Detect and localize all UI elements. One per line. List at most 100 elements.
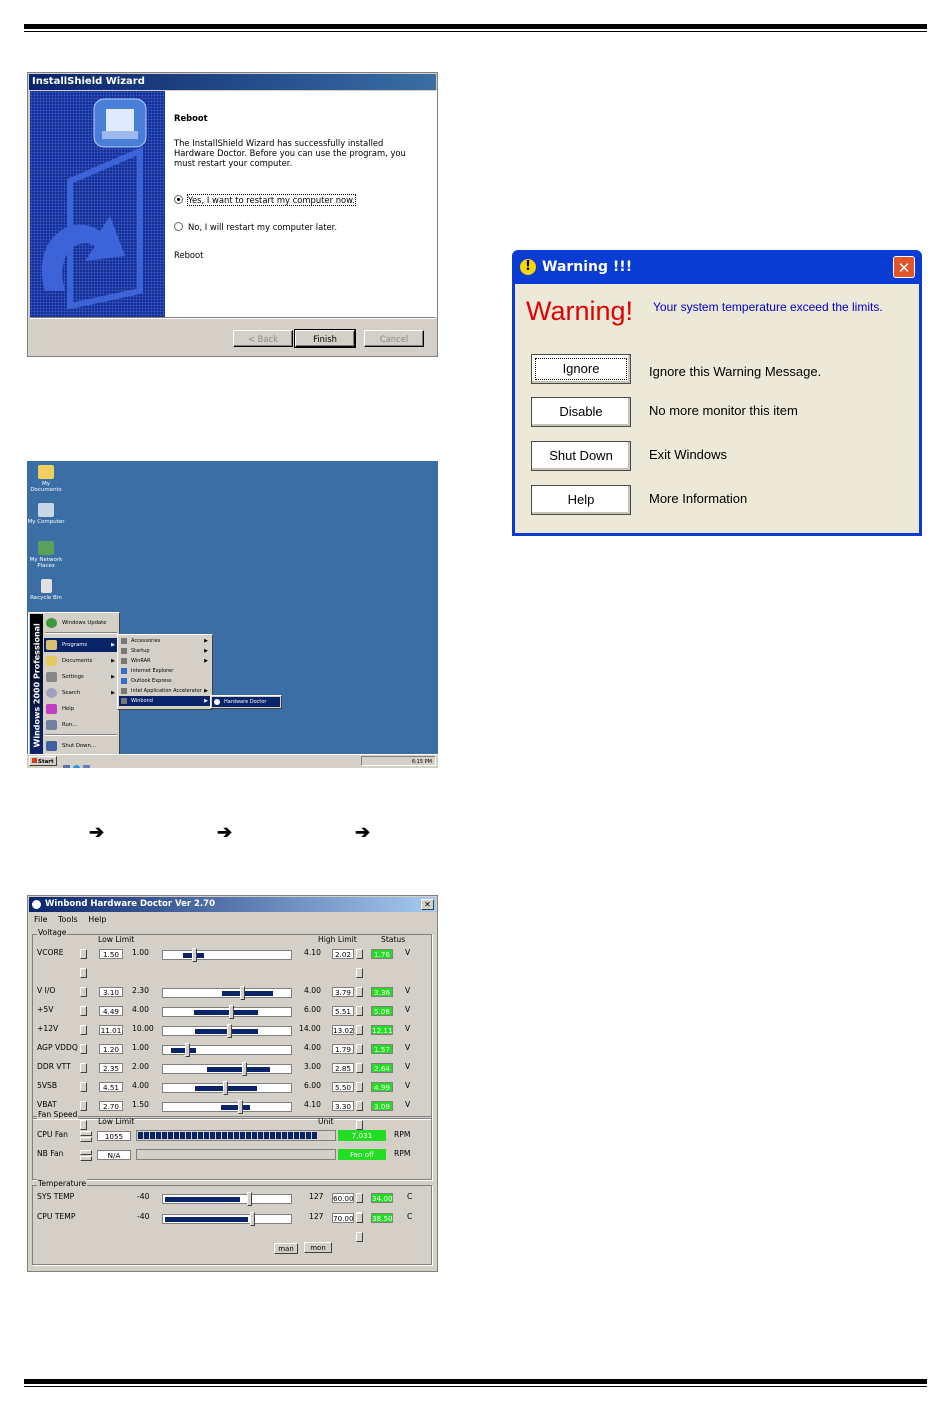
low-limit-field[interactable]: 1.50	[99, 949, 123, 959]
slider-thumb[interactable]	[223, 1081, 229, 1095]
restart-now-radio[interactable]	[174, 195, 183, 204]
temp-limit-spinner[interactable]	[356, 1213, 369, 1242]
show-desktop-icon[interactable]	[63, 765, 70, 768]
back-button[interactable]: < Back	[233, 330, 293, 347]
slider-thumb[interactable]	[184, 1043, 190, 1057]
submenu-item-winrar[interactable]: WinRAR ▶	[119, 656, 211, 666]
low-limit-spinner[interactable]	[80, 987, 93, 1016]
voltage-slider[interactable]	[162, 1100, 292, 1114]
high-limit-field[interactable]: 3.30	[332, 1101, 354, 1111]
slider-thumb[interactable]	[191, 948, 197, 962]
voltage-slider[interactable]	[162, 986, 292, 1000]
slider-thumb[interactable]	[239, 986, 245, 1000]
desktop-icon-my-computer[interactable]: My Computer	[27, 503, 66, 525]
menu-item-programs[interactable]: Programs ▶	[44, 638, 118, 652]
voltage-slider[interactable]	[162, 1024, 292, 1038]
menu-item-run[interactable]: Run...	[44, 718, 118, 732]
high-limit-field[interactable]: 13.02	[332, 1025, 354, 1035]
high-limit-spinner[interactable]	[356, 1044, 369, 1073]
high-limit-field[interactable]: 2.02	[332, 949, 354, 959]
shut-down-button[interactable]: Shut Down	[531, 441, 631, 471]
man-button[interactable]: man	[274, 1243, 298, 1254]
menu-item-documents[interactable]: Documents ▶	[44, 654, 118, 668]
high-limit-spinner[interactable]	[356, 1101, 369, 1130]
desktop-icon-my-documents[interactable]: My Documents	[27, 465, 66, 493]
slider-thumb[interactable]	[227, 1024, 233, 1038]
restart-now-label[interactable]: Yes, I want to restart my computer now.	[187, 194, 356, 206]
help-button[interactable]: Help	[531, 485, 631, 515]
low-limit-field[interactable]: 2.35	[99, 1063, 123, 1073]
high-limit-field[interactable]: 5.50	[332, 1082, 354, 1092]
low-limit-field[interactable]: 4.49	[99, 1006, 123, 1016]
finish-button[interactable]: Finish	[294, 329, 356, 348]
low-limit-field[interactable]: 3.10	[99, 987, 123, 997]
submenu-item-hardware-doctor[interactable]: Hardware Doctor	[212, 697, 280, 707]
temp-high-limit-field[interactable]: 70.00	[332, 1213, 354, 1223]
temp-high-limit-field[interactable]: 60.00	[332, 1193, 354, 1203]
menu-help[interactable]: Help	[88, 915, 106, 924]
high-limit-field[interactable]: 1.79	[332, 1044, 354, 1054]
temp-slider[interactable]	[162, 1212, 292, 1226]
slider-thumb[interactable]	[229, 1005, 235, 1019]
high-limit-spinner[interactable]	[356, 1063, 369, 1092]
low-limit-spinner[interactable]	[80, 949, 93, 978]
disable-button[interactable]: Disable	[531, 397, 631, 427]
menu-file[interactable]: File	[34, 915, 47, 924]
temp-limit-spinner[interactable]	[356, 1193, 369, 1222]
slider-thumb[interactable]	[250, 1212, 256, 1226]
high-limit-field[interactable]: 3.79	[332, 987, 354, 997]
low-limit-spinner[interactable]	[80, 1006, 93, 1035]
fan-low-limit-field[interactable]: N/A	[97, 1150, 131, 1160]
mon-button[interactable]: mon	[304, 1242, 332, 1253]
close-button[interactable]: ✕	[893, 256, 915, 278]
high-limit-field[interactable]: 2.85	[332, 1063, 354, 1073]
voltage-slider[interactable]	[162, 1005, 292, 1019]
high-limit-spinner[interactable]	[356, 949, 369, 978]
menu-tools[interactable]: Tools	[58, 915, 78, 924]
menu-item-search[interactable]: Search ▶	[44, 686, 118, 700]
low-limit-field[interactable]: 4.51	[99, 1082, 123, 1092]
menu-item-windows-update[interactable]: Windows Update	[44, 616, 118, 630]
clock[interactable]: 6:15 PM	[412, 759, 432, 765]
quick-launch-icons[interactable]	[63, 757, 97, 768]
menu-item-help[interactable]: Help	[44, 702, 118, 716]
submenu-item-outlook-express[interactable]: Outlook Express	[119, 676, 211, 686]
submenu-item-accessories[interactable]: Accessories ▶	[119, 636, 211, 646]
voltage-slider[interactable]	[162, 1043, 292, 1057]
high-limit-field[interactable]: 5.51	[332, 1006, 354, 1016]
low-limit-spinner[interactable]	[80, 1082, 93, 1111]
voltage-slider[interactable]	[162, 1081, 292, 1095]
low-limit-field[interactable]: 11.01	[99, 1025, 123, 1035]
high-limit-spinner[interactable]	[356, 987, 369, 1016]
low-limit-field[interactable]: 2.70	[99, 1101, 123, 1111]
desktop-icon-network-places[interactable]: My Network Places	[27, 541, 66, 569]
submenu-item-internet-explorer[interactable]: Internet Explorer	[119, 666, 211, 676]
outlook-quick-launch-icon[interactable]	[83, 765, 90, 768]
close-icon[interactable]: ✕	[421, 899, 434, 910]
cancel-button[interactable]: Cancel	[364, 330, 424, 347]
ignore-button[interactable]: Ignore	[531, 354, 631, 384]
high-limit-spinner[interactable]	[356, 1006, 369, 1035]
start-button[interactable]: Start	[29, 756, 57, 766]
temp-slider[interactable]	[162, 1192, 292, 1206]
menu-item-settings[interactable]: Settings ▶	[44, 670, 118, 684]
high-limit-spinner[interactable]	[356, 1082, 369, 1111]
restart-later-label[interactable]: No, I will restart my computer later.	[188, 222, 337, 232]
voltage-slider[interactable]	[162, 948, 292, 962]
desktop-icon-recycle-bin[interactable]: Recycle Bin	[27, 579, 66, 601]
submenu-item-startup[interactable]: Startup ▶	[119, 646, 211, 656]
low-limit-spinner[interactable]	[80, 1063, 93, 1092]
ie-quick-launch-icon[interactable]	[73, 765, 80, 768]
fan-low-limit-field[interactable]: 1055	[97, 1131, 131, 1141]
slider-thumb[interactable]	[246, 1192, 252, 1206]
voltage-slider[interactable]	[162, 1062, 292, 1076]
low-limit-spinner[interactable]	[80, 1025, 93, 1054]
submenu-item-intel-accelerator[interactable]: Intel Application Accelerator ▶	[119, 686, 211, 696]
restart-later-radio[interactable]	[174, 222, 183, 231]
fan-limit-spinner[interactable]	[80, 1150, 92, 1161]
fan-limit-spinner[interactable]	[80, 1131, 92, 1142]
slider-thumb[interactable]	[241, 1062, 247, 1076]
menu-item-shut-down[interactable]: Shut Down...	[44, 739, 118, 753]
slider-thumb[interactable]	[238, 1100, 244, 1114]
high-limit-spinner[interactable]	[356, 1025, 369, 1054]
